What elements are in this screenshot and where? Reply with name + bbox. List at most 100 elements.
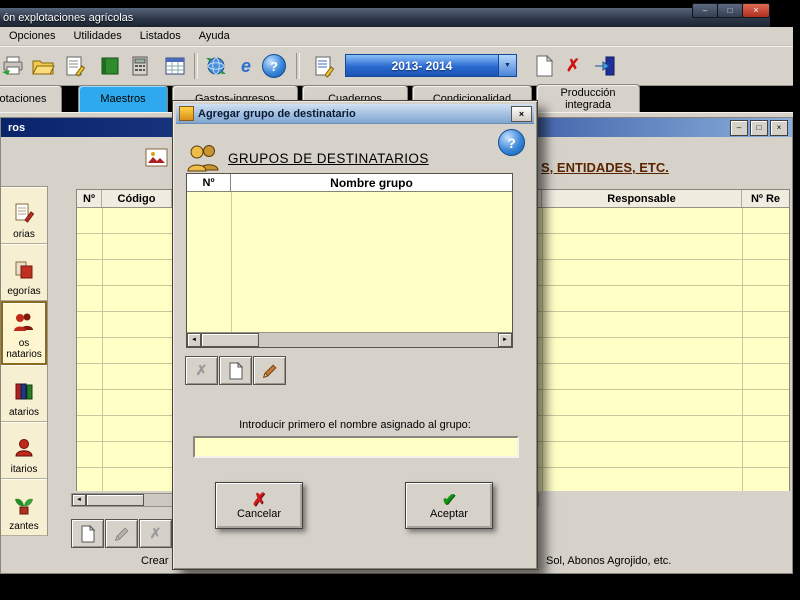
minimize-icon: –: [702, 5, 708, 15]
tab-label: otaciones: [0, 93, 47, 105]
dialog-delete-button[interactable]: ✗: [185, 356, 218, 385]
menu-listados[interactable]: Listados: [131, 28, 190, 44]
close-icon: ×: [518, 108, 525, 119]
sidebar-item-grupos-destinatarios[interactable]: os natarios: [1, 301, 47, 365]
menubar: Opciones Utilidades Listados Ayuda: [0, 27, 793, 46]
picture-icon[interactable]: [144, 146, 170, 173]
internet-explorer-icon[interactable]: e: [233, 53, 259, 79]
scroll-left-button[interactable]: ◄: [72, 494, 86, 506]
grid-hscrollbar[interactable]: ◄ ►: [187, 332, 512, 347]
close-icon: ×: [776, 123, 782, 132]
add-group-dialog: Agregar grupo de destinatario × ? GRUPOS…: [172, 100, 538, 570]
menu-utilidades[interactable]: Utilidades: [64, 28, 130, 44]
dialog-heading: GRUPOS DE DESTINATARIOS: [228, 151, 429, 166]
menu-ayuda[interactable]: Ayuda: [190, 28, 239, 44]
report-edit-icon[interactable]: [311, 53, 337, 79]
toolbar: e ? 2013- 2014 ▼ ✗: [0, 46, 793, 86]
globe-sync-icon[interactable]: [203, 53, 229, 79]
group-name-input[interactable]: [193, 436, 519, 458]
person-icon: [13, 437, 35, 462]
edit-record-button[interactable]: [105, 519, 138, 548]
year-selector[interactable]: 2013- 2014 ▼: [345, 54, 517, 77]
open-folder-icon[interactable]: [30, 53, 56, 79]
child-restore-button[interactable]: □: [750, 119, 768, 136]
new-document-icon: [229, 361, 243, 379]
screen: ón explotaciones agrícolas – □ × Opcione…: [0, 0, 800, 600]
calculator-icon[interactable]: [127, 53, 153, 79]
maximize-button[interactable]: □: [717, 3, 743, 18]
child-close-button[interactable]: ×: [770, 119, 788, 136]
tab-maestros[interactable]: Maestros: [78, 85, 168, 112]
arrow-left-icon: ◄: [191, 337, 197, 343]
dialog-titlebar[interactable]: Agregar grupo de destinatario ×: [176, 104, 534, 124]
pencil-icon: [262, 364, 276, 378]
toolbar-separator: [296, 53, 300, 79]
grid-line: [742, 208, 743, 491]
grid-header-row: Nº Nombre grupo: [187, 174, 512, 192]
sidebar-item-label: zantes: [9, 521, 39, 532]
delete-glyph: ✗: [195, 362, 208, 378]
sidebar-item-categorias[interactable]: orias: [1, 187, 47, 244]
dialog-help-button[interactable]: ?: [498, 129, 525, 156]
scrollbar-thumb[interactable]: [201, 333, 259, 347]
delete-glyph: ✗: [149, 525, 162, 541]
help-glyph: ?: [507, 134, 516, 151]
child-minimize-button[interactable]: –: [730, 119, 748, 136]
section-heading: S, ENTIDADES, ETC.: [541, 160, 669, 175]
tab-explotaciones[interactable]: otaciones: [0, 85, 62, 112]
sidebar-item-label: egorías: [7, 286, 41, 297]
scroll-right-button[interactable]: ►: [498, 333, 512, 347]
green-book-icon[interactable]: [97, 53, 123, 79]
grid-line: [231, 192, 232, 332]
dialog-icon: [179, 106, 194, 121]
sidebar-item-label: itarios: [10, 464, 38, 475]
grid-line: [542, 208, 543, 491]
sidebar-item-destinatarios[interactable]: atarios: [1, 365, 47, 422]
child-title: ros: [8, 121, 26, 134]
help-icon[interactable]: ?: [261, 53, 287, 79]
scrollbar-track[interactable]: [259, 333, 498, 347]
exit-icon[interactable]: [592, 53, 618, 79]
delete-x-icon[interactable]: ✗: [560, 53, 586, 79]
calendar-grid-icon[interactable]: [162, 53, 188, 79]
tab-label: Producción integrada: [560, 86, 616, 111]
plant-icon: [13, 494, 35, 519]
grid-header-no: Nº: [187, 174, 231, 191]
tab-label: Maestros: [100, 93, 146, 105]
menu-opciones[interactable]: Opciones: [0, 28, 64, 44]
scrollbar-thumb[interactable]: [86, 494, 144, 506]
sidebar-item-sanitarios[interactable]: itarios: [1, 422, 47, 479]
close-button[interactable]: ×: [742, 3, 770, 18]
delete-record-button[interactable]: ✗: [139, 519, 172, 548]
sidebar-item-fertilizantes[interactable]: zantes: [1, 479, 47, 536]
grid-body[interactable]: [187, 192, 512, 332]
minimize-button[interactable]: –: [692, 3, 718, 18]
column-header-responsable: Responsable: [542, 190, 742, 207]
maximize-icon: □: [727, 5, 733, 15]
dialog-close-button[interactable]: ×: [511, 105, 532, 122]
accept-button[interactable]: ✔ Aceptar: [405, 482, 493, 529]
year-dropdown-button[interactable]: ▼: [498, 55, 516, 76]
pencil-icon: [114, 527, 128, 541]
sidebar-item-label: orias: [13, 229, 35, 240]
cancel-button[interactable]: ✗ Cancelar: [215, 482, 303, 529]
column-header-codigo: Código: [102, 190, 172, 207]
instruction-label: Introducir primero el nombre asignado al…: [239, 419, 471, 431]
grid-line: [102, 208, 103, 491]
window-titlebar[interactable]: ón explotaciones agrícolas: [0, 8, 770, 27]
sidebar-item-label: os: [18, 338, 30, 349]
scroll-left-button[interactable]: ◄: [187, 333, 201, 347]
new-document-icon: [81, 524, 95, 542]
notes-edit-icon[interactable]: [62, 53, 88, 79]
tab-produccion-integrada[interactable]: Producción integrada: [536, 84, 640, 112]
print-icon[interactable]: [0, 53, 26, 79]
minimize-icon: –: [736, 123, 742, 132]
new-document-icon[interactable]: [531, 53, 557, 79]
dialog-edit-button[interactable]: [253, 356, 286, 385]
groups-grid: Nº Nombre grupo ◄ ►: [186, 173, 513, 348]
cancel-label: Cancelar: [236, 508, 282, 520]
dialog-new-button[interactable]: [219, 356, 252, 385]
sidebar-item-subcategorias[interactable]: egorías: [1, 244, 47, 301]
new-record-button[interactable]: [71, 519, 104, 548]
sidebar: orias egorías os natarios atarios itario…: [1, 186, 48, 536]
